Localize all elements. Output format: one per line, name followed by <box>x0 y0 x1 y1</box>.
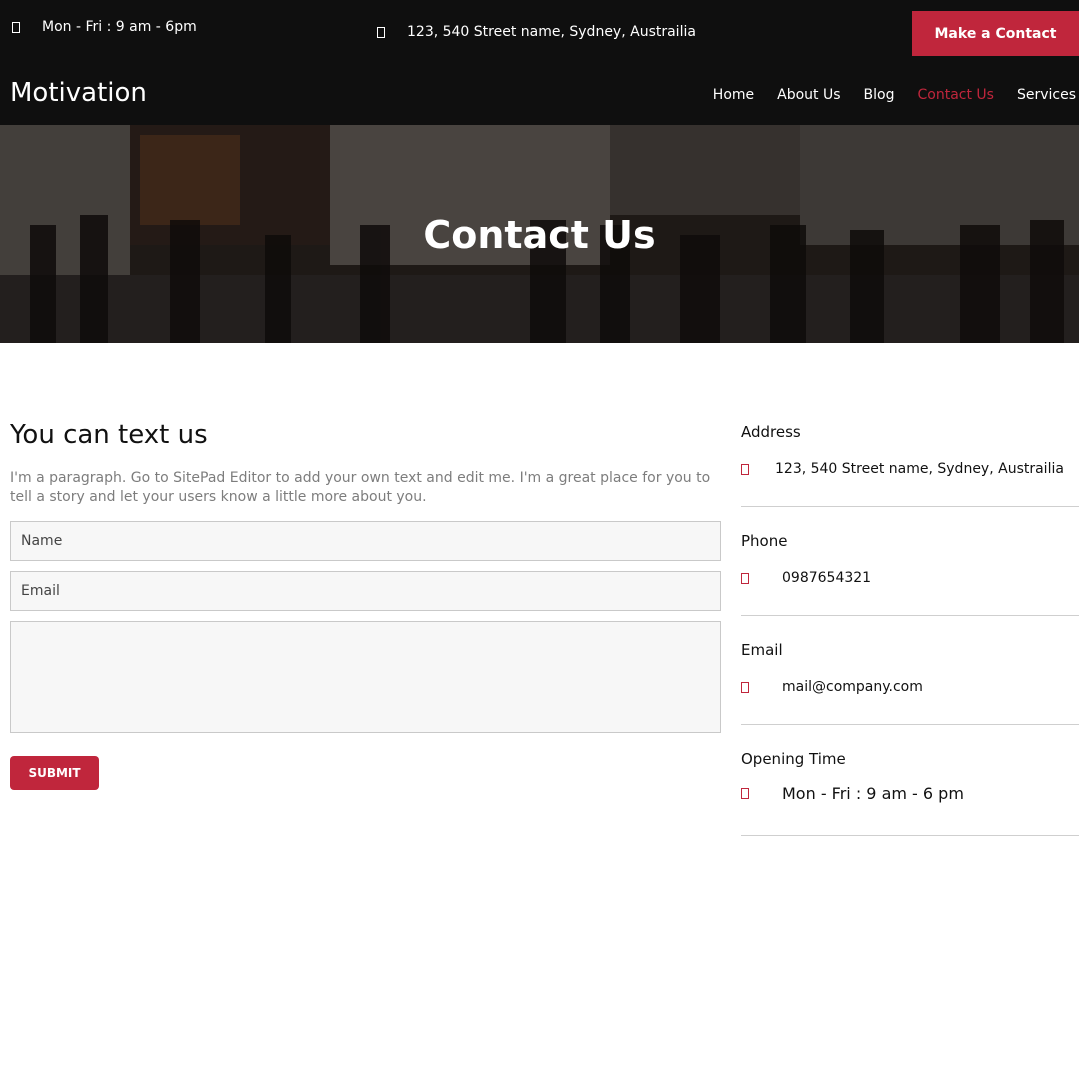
email-value[interactable]: mail@company.com <box>782 679 923 695</box>
contact-email-block: Email mail@company.com <box>741 641 1079 725</box>
address-row: 123, 540 Street name, Sydney, Austrailia <box>741 461 1064 477</box>
email-row: mail@company.com <box>741 679 923 695</box>
contact-address-block: Address 123, 540 Street name, Sydney, Au… <box>741 423 1079 507</box>
envelope-icon <box>741 681 749 693</box>
phone-value[interactable]: 0987654321 <box>782 570 871 586</box>
form-description: I'm a paragraph. Go to SitePad Editor to… <box>10 470 711 505</box>
phone-label: Phone <box>741 532 788 550</box>
clock-icon <box>741 788 749 799</box>
submit-button[interactable]: SUBMIT <box>10 756 99 790</box>
header-hours: Mon - Fri : 9 am - 6pm <box>12 19 197 35</box>
contact-phone-block: Phone 0987654321 <box>741 532 1079 616</box>
location-icon <box>377 26 385 38</box>
nav-home[interactable]: Home <box>713 87 754 103</box>
page-title: Contact Us <box>423 213 656 257</box>
email-label: Email <box>741 641 783 659</box>
phone-row: 0987654321 <box>741 570 871 586</box>
email-input[interactable] <box>10 571 721 611</box>
address-label: Address <box>741 423 801 441</box>
nav-blog[interactable]: Blog <box>864 87 895 103</box>
opening-time-value: Mon - Fri : 9 am - 6 pm <box>782 784 964 803</box>
header-address: 123, 540 Street name, Sydney, Austrailia <box>377 24 696 40</box>
contact-hours-block: Opening Time Mon - Fri : 9 am - 6 pm <box>741 750 1079 836</box>
nav-services[interactable]: Services <box>1017 87 1076 103</box>
nav-contact-us[interactable]: Contact Us <box>917 87 993 103</box>
nav-about-us[interactable]: About Us <box>777 87 840 103</box>
clock-icon <box>12 21 20 33</box>
phone-icon <box>741 572 749 584</box>
message-textarea[interactable] <box>10 621 721 733</box>
location-icon <box>741 463 749 475</box>
opening-time-label: Opening Time <box>741 750 846 768</box>
site-header: Mon - Fri : 9 am - 6pm 123, 540 Street n… <box>0 0 1079 125</box>
header-hours-text: Mon - Fri : 9 am - 6pm <box>42 19 197 35</box>
site-logo[interactable]: Motivation <box>10 78 147 108</box>
form-heading: You can text us <box>10 420 208 450</box>
header-address-text: 123, 540 Street name, Sydney, Austrailia <box>407 24 696 40</box>
address-value: 123, 540 Street name, Sydney, Austrailia <box>775 461 1064 477</box>
opening-time-row: Mon - Fri : 9 am - 6 pm <box>741 784 964 803</box>
name-input[interactable] <box>10 521 721 561</box>
make-contact-button[interactable]: Make a Contact <box>912 11 1079 56</box>
main-nav: Home About Us Blog Contact Us Services <box>690 87 1076 103</box>
hero-banner: Contact Us <box>0 125 1079 343</box>
